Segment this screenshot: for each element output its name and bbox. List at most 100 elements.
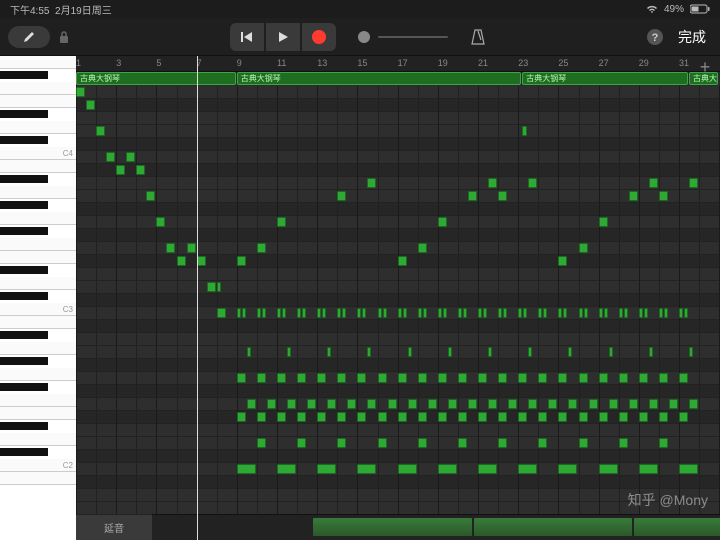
- midi-note[interactable]: [287, 399, 296, 409]
- midi-note[interactable]: [337, 308, 341, 318]
- midi-note[interactable]: [438, 217, 447, 227]
- sustain-region[interactable]: [313, 518, 472, 536]
- midi-note[interactable]: [478, 373, 487, 383]
- midi-note[interactable]: [287, 347, 291, 357]
- midi-note[interactable]: [207, 282, 216, 292]
- midi-note[interactable]: [488, 399, 497, 409]
- midi-note[interactable]: [659, 412, 668, 422]
- black-key[interactable]: [0, 201, 48, 209]
- help-icon[interactable]: ?: [646, 28, 664, 46]
- midi-region[interactable]: 古典大钢琴: [76, 72, 236, 85]
- play-button[interactable]: [266, 23, 300, 51]
- piano-keyboard[interactable]: C4C3C2: [0, 56, 76, 540]
- white-key[interactable]: [0, 186, 76, 199]
- midi-note[interactable]: [528, 347, 532, 357]
- midi-note[interactable]: [478, 412, 487, 422]
- midi-note[interactable]: [619, 412, 628, 422]
- midi-note[interactable]: [619, 373, 628, 383]
- midi-note[interactable]: [136, 165, 145, 175]
- midi-note[interactable]: [347, 399, 356, 409]
- midi-note[interactable]: [649, 178, 658, 188]
- midi-note[interactable]: [367, 178, 376, 188]
- midi-note[interactable]: [297, 373, 306, 383]
- black-key[interactable]: [0, 292, 48, 300]
- black-key[interactable]: [0, 227, 48, 235]
- white-key[interactable]: [0, 95, 76, 108]
- midi-note[interactable]: [518, 412, 527, 422]
- black-key[interactable]: [0, 357, 48, 365]
- midi-note[interactable]: [317, 308, 321, 318]
- midi-note[interactable]: [383, 308, 387, 318]
- midi-note[interactable]: [468, 191, 477, 201]
- midi-note[interactable]: [378, 308, 382, 318]
- midi-note[interactable]: [438, 308, 442, 318]
- white-key[interactable]: [0, 394, 76, 407]
- midi-note[interactable]: [498, 373, 507, 383]
- midi-note[interactable]: [307, 399, 316, 409]
- midi-note[interactable]: [86, 100, 95, 110]
- midi-note[interactable]: [398, 412, 407, 422]
- midi-note[interactable]: [458, 373, 467, 383]
- midi-note[interactable]: [317, 412, 326, 422]
- midi-note[interactable]: [337, 412, 346, 422]
- midi-note[interactable]: [579, 412, 588, 422]
- midi-note[interactable]: [317, 464, 336, 474]
- bar-ruler[interactable]: 135791113151719212325272931: [76, 56, 720, 72]
- midi-note[interactable]: [609, 399, 618, 409]
- midi-note[interactable]: [679, 373, 688, 383]
- midi-note[interactable]: [398, 256, 407, 266]
- black-key[interactable]: [0, 110, 48, 118]
- midi-note[interactable]: [518, 373, 527, 383]
- black-key[interactable]: [0, 331, 48, 339]
- volume-slider[interactable]: [358, 31, 448, 43]
- midi-note[interactable]: [297, 438, 306, 448]
- white-key[interactable]: [0, 277, 76, 290]
- midi-note[interactable]: [367, 347, 371, 357]
- midi-note[interactable]: [584, 308, 588, 318]
- white-key[interactable]: [0, 121, 76, 134]
- midi-note[interactable]: [418, 308, 422, 318]
- midi-note[interactable]: [327, 399, 336, 409]
- midi-note[interactable]: [619, 438, 628, 448]
- midi-note[interactable]: [498, 412, 507, 422]
- midi-note[interactable]: [639, 308, 643, 318]
- midi-note[interactable]: [362, 308, 366, 318]
- lock-icon[interactable]: [58, 30, 70, 44]
- midi-note[interactable]: [282, 308, 286, 318]
- midi-note[interactable]: [418, 373, 427, 383]
- midi-note[interactable]: [488, 178, 497, 188]
- midi-note[interactable]: [609, 347, 613, 357]
- midi-note[interactable]: [242, 308, 246, 318]
- midi-region[interactable]: 古典大钢琴: [522, 72, 688, 85]
- metronome-icon[interactable]: [470, 28, 486, 46]
- midi-note[interactable]: [599, 464, 618, 474]
- midi-note[interactable]: [106, 152, 115, 162]
- midi-note[interactable]: [558, 373, 567, 383]
- midi-note[interactable]: [458, 438, 467, 448]
- midi-note[interactable]: [644, 308, 648, 318]
- white-key[interactable]: [0, 433, 76, 446]
- midi-note[interactable]: [538, 438, 547, 448]
- black-key[interactable]: [0, 422, 48, 430]
- velocity-label[interactable]: 延音: [76, 515, 152, 540]
- midi-note[interactable]: [498, 438, 507, 448]
- midi-note[interactable]: [277, 308, 281, 318]
- black-key[interactable]: [0, 175, 48, 183]
- midi-note[interactable]: [478, 308, 482, 318]
- playhead[interactable]: [197, 56, 198, 540]
- midi-note[interactable]: [538, 373, 547, 383]
- white-key[interactable]: C3: [0, 303, 76, 316]
- midi-note[interactable]: [518, 464, 537, 474]
- midi-note[interactable]: [418, 243, 427, 253]
- midi-note[interactable]: [116, 165, 125, 175]
- midi-note[interactable]: [378, 438, 387, 448]
- midi-note[interactable]: [337, 373, 346, 383]
- midi-note[interactable]: [669, 399, 678, 409]
- midi-note[interactable]: [438, 412, 447, 422]
- midi-note[interactable]: [408, 347, 412, 357]
- midi-note[interactable]: [649, 347, 653, 357]
- midi-note[interactable]: [357, 464, 376, 474]
- midi-note[interactable]: [262, 308, 266, 318]
- white-key[interactable]: [0, 212, 76, 225]
- midi-note[interactable]: [488, 347, 492, 357]
